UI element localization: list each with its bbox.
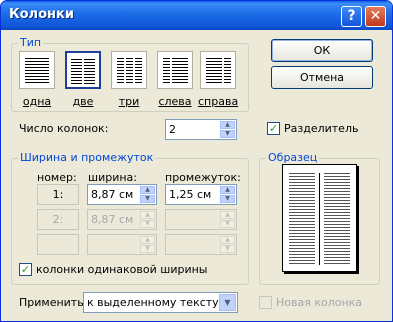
window-title: Колонки xyxy=(9,7,74,22)
spacing-field: ▲ ▼ xyxy=(165,234,237,255)
close-button[interactable]: ✕ xyxy=(365,6,386,27)
preset-right-label[interactable]: справа xyxy=(198,95,238,108)
new-column-label: Новая колонка xyxy=(276,296,363,309)
spacing-spin: ▲ ▼ xyxy=(220,236,235,253)
sample-separator-line xyxy=(319,173,320,265)
preset-left-label[interactable]: слева xyxy=(155,95,195,108)
preset-one-icon[interactable] xyxy=(19,51,55,89)
header-spacing: промежуток: xyxy=(165,171,241,184)
spacing-spin[interactable]: ▲ ▼ xyxy=(220,186,235,203)
row-number-box: 2: xyxy=(37,209,79,230)
sample-preview xyxy=(282,164,357,272)
width-field: 8,87 см ▲ ▼ xyxy=(87,209,157,230)
sample-column xyxy=(324,173,350,265)
spin-up-icon: ▲ xyxy=(220,236,235,244)
check-icon: ✓ xyxy=(20,263,31,276)
spin-up-icon[interactable]: ▲ xyxy=(220,121,235,129)
spin-down-icon[interactable]: ▼ xyxy=(220,195,235,203)
header-number: номер: xyxy=(37,171,77,184)
title-bar[interactable]: Колонки ? ✕ xyxy=(1,1,392,30)
preset-three-label[interactable]: три xyxy=(109,95,149,108)
preset-two-icon[interactable] xyxy=(65,51,101,89)
spin-down-icon: ▼ xyxy=(220,245,235,253)
columns-dialog: Колонки ? ✕ Тип одна две три слева справ… xyxy=(0,0,393,322)
spin-down-icon: ▼ xyxy=(220,220,235,228)
width-value: 8,87 см xyxy=(91,188,134,201)
width-spacing-legend: Ширина и промежуток xyxy=(18,151,156,164)
spin-down-icon[interactable]: ▼ xyxy=(140,195,155,203)
columns-count-label: Число колонок: xyxy=(19,122,109,135)
apply-label: Применить: xyxy=(19,296,88,309)
apply-value: к выделенному тексту xyxy=(87,296,219,309)
spacing-value: 1,25 см xyxy=(169,188,212,201)
columns-count-spin[interactable]: ▲ ▼ xyxy=(220,121,235,138)
preset-three-icon[interactable] xyxy=(111,51,147,89)
preset-two-label[interactable]: две xyxy=(63,95,103,108)
width-spin: ▲ ▼ xyxy=(140,211,155,228)
equal-width-checkbox[interactable]: ✓ xyxy=(19,263,32,276)
row-number-box xyxy=(37,234,79,255)
width-field[interactable]: 8,87 см ▲ ▼ xyxy=(87,184,157,205)
spin-up-icon: ▲ xyxy=(220,211,235,219)
width-spin[interactable]: ▲ ▼ xyxy=(140,186,155,203)
sample-legend: Образец xyxy=(266,151,320,164)
new-column-checkbox xyxy=(259,296,272,309)
header-width: ширина: xyxy=(88,171,137,184)
spin-up-icon[interactable]: ▲ xyxy=(140,186,155,194)
apply-combobox[interactable]: к выделенному тексту ▼ xyxy=(83,292,238,313)
separator-checkbox[interactable]: ✓ xyxy=(267,122,280,135)
columns-count-spinner[interactable]: 2 ▲ ▼ xyxy=(165,119,237,140)
width-spin: ▲ ▼ xyxy=(140,236,155,253)
spacing-field: ▲ ▼ xyxy=(165,209,237,230)
spin-up-icon[interactable]: ▲ xyxy=(220,186,235,194)
preset-one-label[interactable]: одна xyxy=(17,95,57,108)
width-value: 8,87 см xyxy=(91,213,134,226)
spin-down-icon: ▼ xyxy=(140,220,155,228)
help-button[interactable]: ? xyxy=(341,6,362,27)
ok-button[interactable]: ОК xyxy=(271,39,373,62)
cancel-button[interactable]: Отмена xyxy=(271,66,373,89)
spacing-field[interactable]: 1,25 см ▲ ▼ xyxy=(165,184,237,205)
equal-width-label[interactable]: колонки одинаковой ширины xyxy=(36,263,208,276)
preset-left-icon[interactable] xyxy=(157,51,193,89)
columns-count-value: 2 xyxy=(169,123,176,136)
separator-label[interactable]: Разделитель xyxy=(284,122,358,135)
row-number: 1: xyxy=(52,188,64,201)
spin-up-icon: ▲ xyxy=(140,211,155,219)
row-number: 2: xyxy=(52,213,64,226)
spin-down-icon: ▼ xyxy=(140,245,155,253)
row-number-box: 1: xyxy=(37,184,79,205)
spin-up-icon: ▲ xyxy=(140,236,155,244)
width-field: ▲ ▼ xyxy=(87,234,157,255)
dropdown-arrow-icon[interactable]: ▼ xyxy=(219,294,236,311)
preset-right-icon[interactable] xyxy=(200,51,236,89)
sample-column xyxy=(289,173,315,265)
presets-legend: Тип xyxy=(18,36,44,49)
spin-down-icon[interactable]: ▼ xyxy=(220,130,235,138)
close-icon: ✕ xyxy=(369,8,382,24)
spacing-spin: ▲ ▼ xyxy=(220,211,235,228)
check-icon: ✓ xyxy=(268,122,279,135)
help-icon: ? xyxy=(347,8,356,24)
